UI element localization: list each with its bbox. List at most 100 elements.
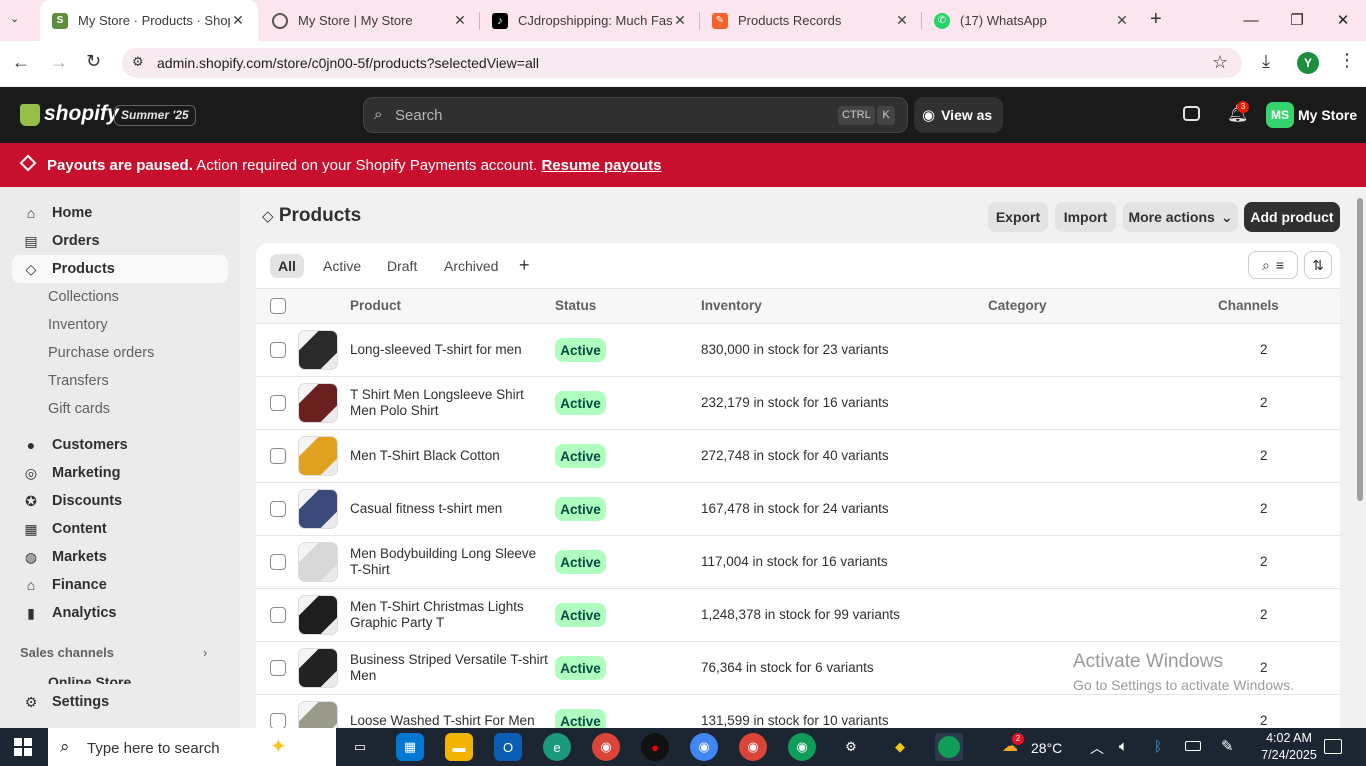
shopify-wordmark[interactable]: shopify bbox=[44, 102, 119, 126]
close-tab-icon[interactable]: ✕ bbox=[452, 12, 468, 29]
store-avatar[interactable]: MS bbox=[1266, 102, 1294, 128]
browser-tab-mystore[interactable]: My Store | My Store ✕ bbox=[260, 0, 480, 41]
view-as-button[interactable]: ◉ View as bbox=[914, 97, 1003, 133]
search-input[interactable] bbox=[363, 97, 908, 133]
row-checkbox[interactable] bbox=[270, 713, 286, 729]
browser-tab-whatsapp[interactable]: ✆ (17) WhatsApp ✕ bbox=[922, 0, 1142, 41]
product-name[interactable]: Casual fitness t-shirt men bbox=[350, 501, 550, 517]
tab-archived[interactable]: Archived bbox=[436, 254, 506, 278]
store-name[interactable]: My Store bbox=[1298, 107, 1357, 123]
sidebar-item-online-store[interactable]: Online Store bbox=[48, 674, 131, 684]
tab-draft[interactable]: Draft bbox=[379, 254, 425, 278]
sidebar-item-analytics[interactable]: ▮ Analytics bbox=[12, 599, 228, 627]
product-thumbnail[interactable] bbox=[298, 595, 338, 635]
sidebar-item-finance[interactable]: ⌂ Finance bbox=[12, 571, 228, 599]
minimize-button[interactable]: — bbox=[1228, 0, 1274, 40]
settings-gear-icon[interactable]: ⚙ bbox=[837, 733, 865, 761]
select-all-checkbox[interactable] bbox=[270, 298, 286, 314]
table-row[interactable]: Men T-Shirt Black Cotton Active 272,748 in… bbox=[256, 429, 1340, 482]
column-header-channels[interactable]: Channels bbox=[1218, 298, 1279, 313]
product-thumbnail[interactable] bbox=[298, 542, 338, 582]
site-info-icon[interactable]: ⚙ bbox=[132, 54, 144, 70]
close-tab-icon[interactable]: ✕ bbox=[894, 12, 910, 29]
browser-tab-products-records[interactable]: ✎ Products Records ✕ bbox=[700, 0, 922, 41]
table-row[interactable]: T Shirt Men Longsleeve Shirt Men Polo Sh… bbox=[256, 376, 1340, 429]
page-scrollbar[interactable] bbox=[1357, 198, 1363, 501]
browser-menu-icon[interactable]: ⋮ bbox=[1338, 50, 1356, 71]
battery-icon[interactable] bbox=[1185, 741, 1201, 751]
new-tab-button[interactable]: + bbox=[1150, 8, 1162, 31]
url-text[interactable]: admin.shopify.com/store/c0jn00-5f/produc… bbox=[157, 55, 539, 71]
search-filter-button[interactable]: ⌕ ≡ bbox=[1248, 251, 1298, 279]
sidebar-item-orders[interactable]: ▤ Orders bbox=[12, 227, 228, 255]
edition-badge[interactable]: Summer '25 bbox=[114, 105, 196, 126]
sales-channels-heading[interactable]: Sales channels bbox=[20, 645, 114, 660]
product-name[interactable]: Business Striped Versatile T-shirt Men bbox=[350, 652, 550, 684]
chrome-profile-icon[interactable]: ◉ bbox=[690, 733, 718, 761]
row-checkbox[interactable] bbox=[270, 395, 286, 411]
task-view-icon[interactable]: ▭ bbox=[346, 733, 374, 761]
profile-avatar[interactable]: Y bbox=[1297, 52, 1319, 74]
edge-icon[interactable]: e bbox=[543, 733, 571, 761]
product-name[interactable]: Men T-Shirt Black Cotton bbox=[350, 448, 550, 464]
row-checkbox[interactable] bbox=[270, 448, 286, 464]
pen-icon[interactable]: ✎ bbox=[1221, 737, 1234, 755]
sidekick-icon[interactable] bbox=[1183, 106, 1200, 121]
product-thumbnail[interactable] bbox=[298, 383, 338, 423]
resume-payouts-link[interactable]: Resume payouts bbox=[541, 157, 661, 174]
product-thumbnail[interactable] bbox=[298, 330, 338, 370]
sidebar-subitem-purchase-orders[interactable]: Purchase orders bbox=[48, 345, 154, 361]
temperature-text[interactable]: 28°C bbox=[1031, 740, 1062, 756]
close-tab-icon[interactable]: ✕ bbox=[230, 12, 246, 29]
row-checkbox[interactable] bbox=[270, 554, 286, 570]
restore-button[interactable]: ❐ bbox=[1274, 0, 1320, 40]
row-checkbox[interactable] bbox=[270, 607, 286, 623]
tab-all[interactable]: All bbox=[270, 254, 304, 278]
table-row[interactable]: Casual fitness t-shirt men Active 167,478 … bbox=[256, 482, 1340, 535]
windows-start-icon[interactable] bbox=[14, 738, 32, 756]
tab-active[interactable]: Active bbox=[315, 254, 369, 278]
row-checkbox[interactable] bbox=[270, 501, 286, 517]
close-window-button[interactable]: ✕ bbox=[1320, 0, 1366, 40]
sidebar-item-discounts[interactable]: ✪ Discounts bbox=[12, 487, 228, 515]
shopify-logo-icon[interactable] bbox=[20, 104, 40, 126]
add-product-button[interactable]: Add product bbox=[1244, 202, 1340, 232]
sidebar-item-markets[interactable]: ◍ Markets bbox=[12, 543, 228, 571]
taskbar-search-placeholder[interactable]: Type here to search bbox=[87, 740, 220, 757]
table-row[interactable]: Men T-Shirt Christmas Lights Graphic Par… bbox=[256, 588, 1340, 641]
notification-center-icon[interactable] bbox=[1324, 739, 1342, 754]
clock-time[interactable]: 4:02 AM bbox=[1260, 731, 1318, 745]
sidebar-item-content[interactable]: ▦ Content bbox=[12, 515, 228, 543]
export-button[interactable]: Export bbox=[988, 202, 1048, 232]
sidebar-item-settings[interactable]: ⚙ Settings bbox=[12, 688, 228, 716]
row-checkbox[interactable] bbox=[270, 342, 286, 358]
sidebar-item-home[interactable]: ⌂ Home bbox=[12, 199, 228, 227]
row-checkbox[interactable] bbox=[270, 660, 286, 676]
sidebar-subitem-inventory[interactable]: Inventory bbox=[48, 317, 108, 333]
chrome-profile-icon[interactable]: ◉ bbox=[739, 733, 767, 761]
browser-tab-cjdropshipping[interactable]: ♪ CJdropshipping: Much Faste ✕ bbox=[480, 0, 700, 41]
product-name[interactable]: Men T-Shirt Christmas Lights Graphic Par… bbox=[350, 599, 550, 631]
sidebar-item-marketing[interactable]: ◎ Marketing bbox=[12, 459, 228, 487]
product-name[interactable]: T Shirt Men Longsleeve Shirt Men Polo Sh… bbox=[350, 387, 550, 419]
product-thumbnail[interactable] bbox=[298, 436, 338, 476]
column-header-category[interactable]: Category bbox=[988, 298, 1047, 313]
column-header-status[interactable]: Status bbox=[555, 298, 596, 313]
column-header-inventory[interactable]: Inventory bbox=[701, 298, 762, 313]
tab-search-icon[interactable]: ⌄ bbox=[10, 12, 19, 25]
close-tab-icon[interactable]: ✕ bbox=[1114, 12, 1130, 29]
product-thumbnail[interactable] bbox=[298, 489, 338, 529]
sidebar-subitem-gift-cards[interactable]: Gift cards bbox=[48, 401, 110, 417]
column-header-product[interactable]: Product bbox=[350, 298, 401, 313]
microsoft-store-icon[interactable]: ▦ bbox=[396, 733, 424, 761]
product-name[interactable]: Loose Washed T-shirt For Men bbox=[350, 713, 550, 729]
close-tab-icon[interactable]: ✕ bbox=[672, 12, 688, 29]
product-name[interactable]: Long-sleeved T-shirt for men bbox=[350, 342, 550, 358]
bookmark-star-icon[interactable]: ☆ bbox=[1212, 52, 1228, 73]
add-view-icon[interactable]: + bbox=[519, 255, 530, 276]
sidebar-subitem-collections[interactable]: Collections bbox=[48, 289, 119, 305]
sidebar-item-products[interactable]: ◇ Products bbox=[12, 255, 228, 283]
volume-icon[interactable]: 🔈︎ bbox=[1119, 738, 1128, 755]
file-explorer-icon[interactable]: ▬ bbox=[445, 733, 473, 761]
back-arrow-icon[interactable]: ← bbox=[12, 52, 30, 73]
